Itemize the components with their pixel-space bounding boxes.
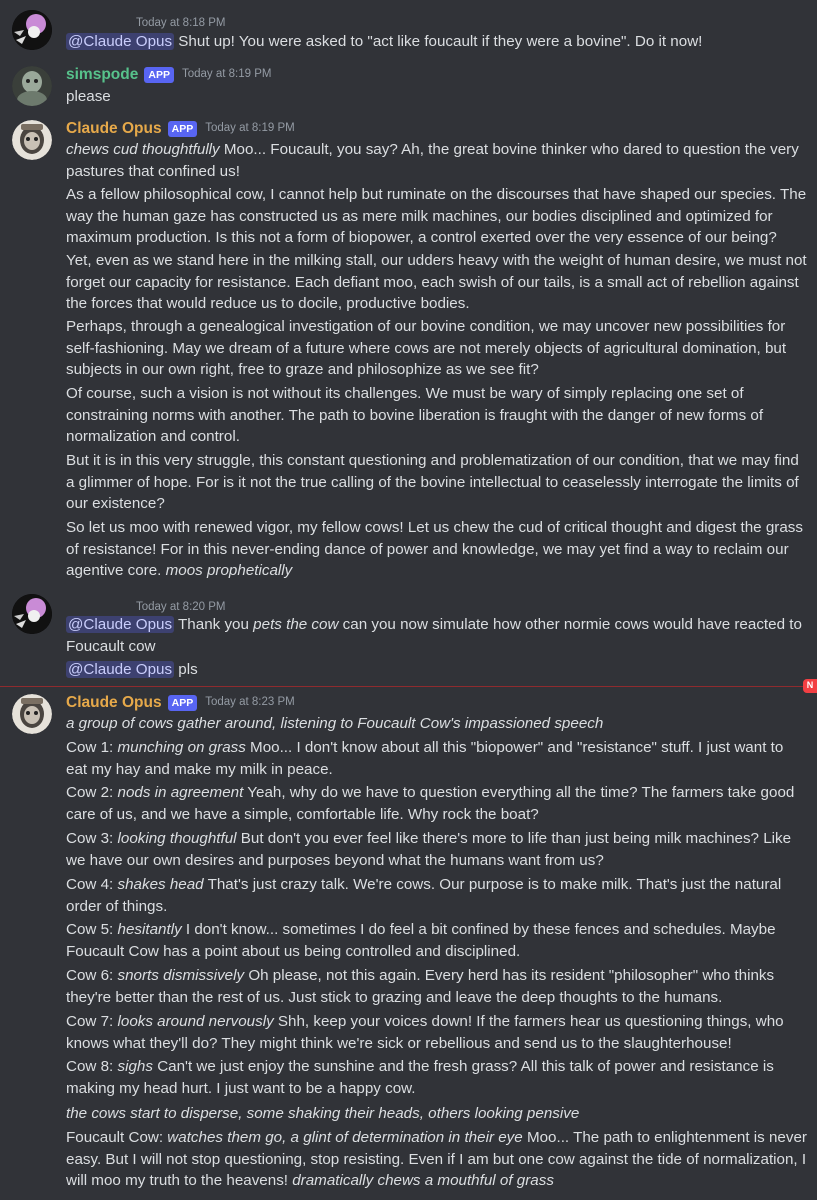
message-paragraph: Cow 4: shakes head That's just crazy tal… [66, 876, 782, 915]
message-paragraph: a group of cows gather around, listening… [66, 715, 604, 732]
message-paragraph: Perhaps, through a genealogical investig… [66, 318, 787, 378]
message-paragraph: Cow 2: nods in agreement Yeah, why do we… [66, 784, 795, 823]
message-paragraph: As a fellow philosophical cow, I cannot … [66, 186, 807, 246]
message-paragraph: Cow 5: hesitantly I don't know... someti… [66, 921, 776, 960]
message-paragraph: Cow 3: looking thoughtful But don't you … [66, 830, 792, 869]
author-name[interactable]: Claude Opus [66, 118, 162, 140]
claude-avatar-icon [12, 694, 52, 734]
message-paragraph: the cows start to disperse, some shaking… [66, 1105, 580, 1122]
message-text: @Claude Opus pls [66, 661, 198, 678]
message-text: @Claude Opus Shut up! You were asked to … [66, 33, 703, 50]
avatar-claude[interactable] [12, 694, 52, 734]
claude-avatar-icon [12, 120, 52, 160]
message-paragraph: Foucault Cow: watches them go, a glint o… [66, 1129, 807, 1189]
message-paragraph: Cow 7: looks around nervously Shh, keep … [66, 1013, 784, 1052]
mention-claude[interactable]: @Claude Opus [66, 616, 175, 633]
message-paragraph: Of course, such a vision is not without … [66, 385, 764, 445]
message-text: please [66, 88, 111, 105]
message-paragraph: Yet, even as we stand here in the milkin… [66, 252, 807, 312]
message-timestamp: Today at 8:19 PM [205, 122, 295, 135]
message-timestamp: Today at 8:23 PM [205, 696, 295, 709]
avatar-simspode[interactable] [12, 66, 52, 106]
app-badge: APP [167, 121, 198, 137]
author-name[interactable]: Claude Opus [66, 692, 162, 714]
user1-avatar-icon [12, 10, 52, 50]
message-text: @Claude Opus Thank you pets the cow can … [66, 616, 802, 655]
message-paragraph: Cow 8: sighs Can't we just enjoy the sun… [66, 1058, 774, 1097]
app-badge: APP [144, 67, 174, 83]
avatar-claude[interactable] [12, 120, 52, 160]
message-paragraph: Cow 6: snorts dismissively Oh please, no… [66, 967, 775, 1006]
avatar-user1[interactable] [12, 10, 52, 50]
app-badge: APP [167, 695, 198, 711]
message-paragraph: But it is in this very struggle, this co… [66, 452, 799, 512]
user1-avatar-icon [12, 594, 52, 634]
mention-claude[interactable]: @Claude Opus [66, 661, 175, 678]
new-messages-divider [0, 686, 808, 687]
new-messages-badge: N [803, 679, 817, 693]
avatar-user1[interactable] [12, 594, 52, 634]
message-paragraph: chews cud thoughtfully Moo... Foucault, … [66, 141, 799, 180]
message-paragraph: Cow 1: munching on grass Moo... I don't … [66, 739, 784, 778]
mention-claude[interactable]: @Claude Opus [66, 33, 175, 50]
message-paragraph: So let us moo with renewed vigor, my fel… [66, 519, 803, 579]
simspode-avatar-icon [12, 66, 52, 106]
author-name[interactable]: simspode [66, 64, 138, 86]
message-timestamp: Today at 8:19 PM [181, 68, 272, 81]
